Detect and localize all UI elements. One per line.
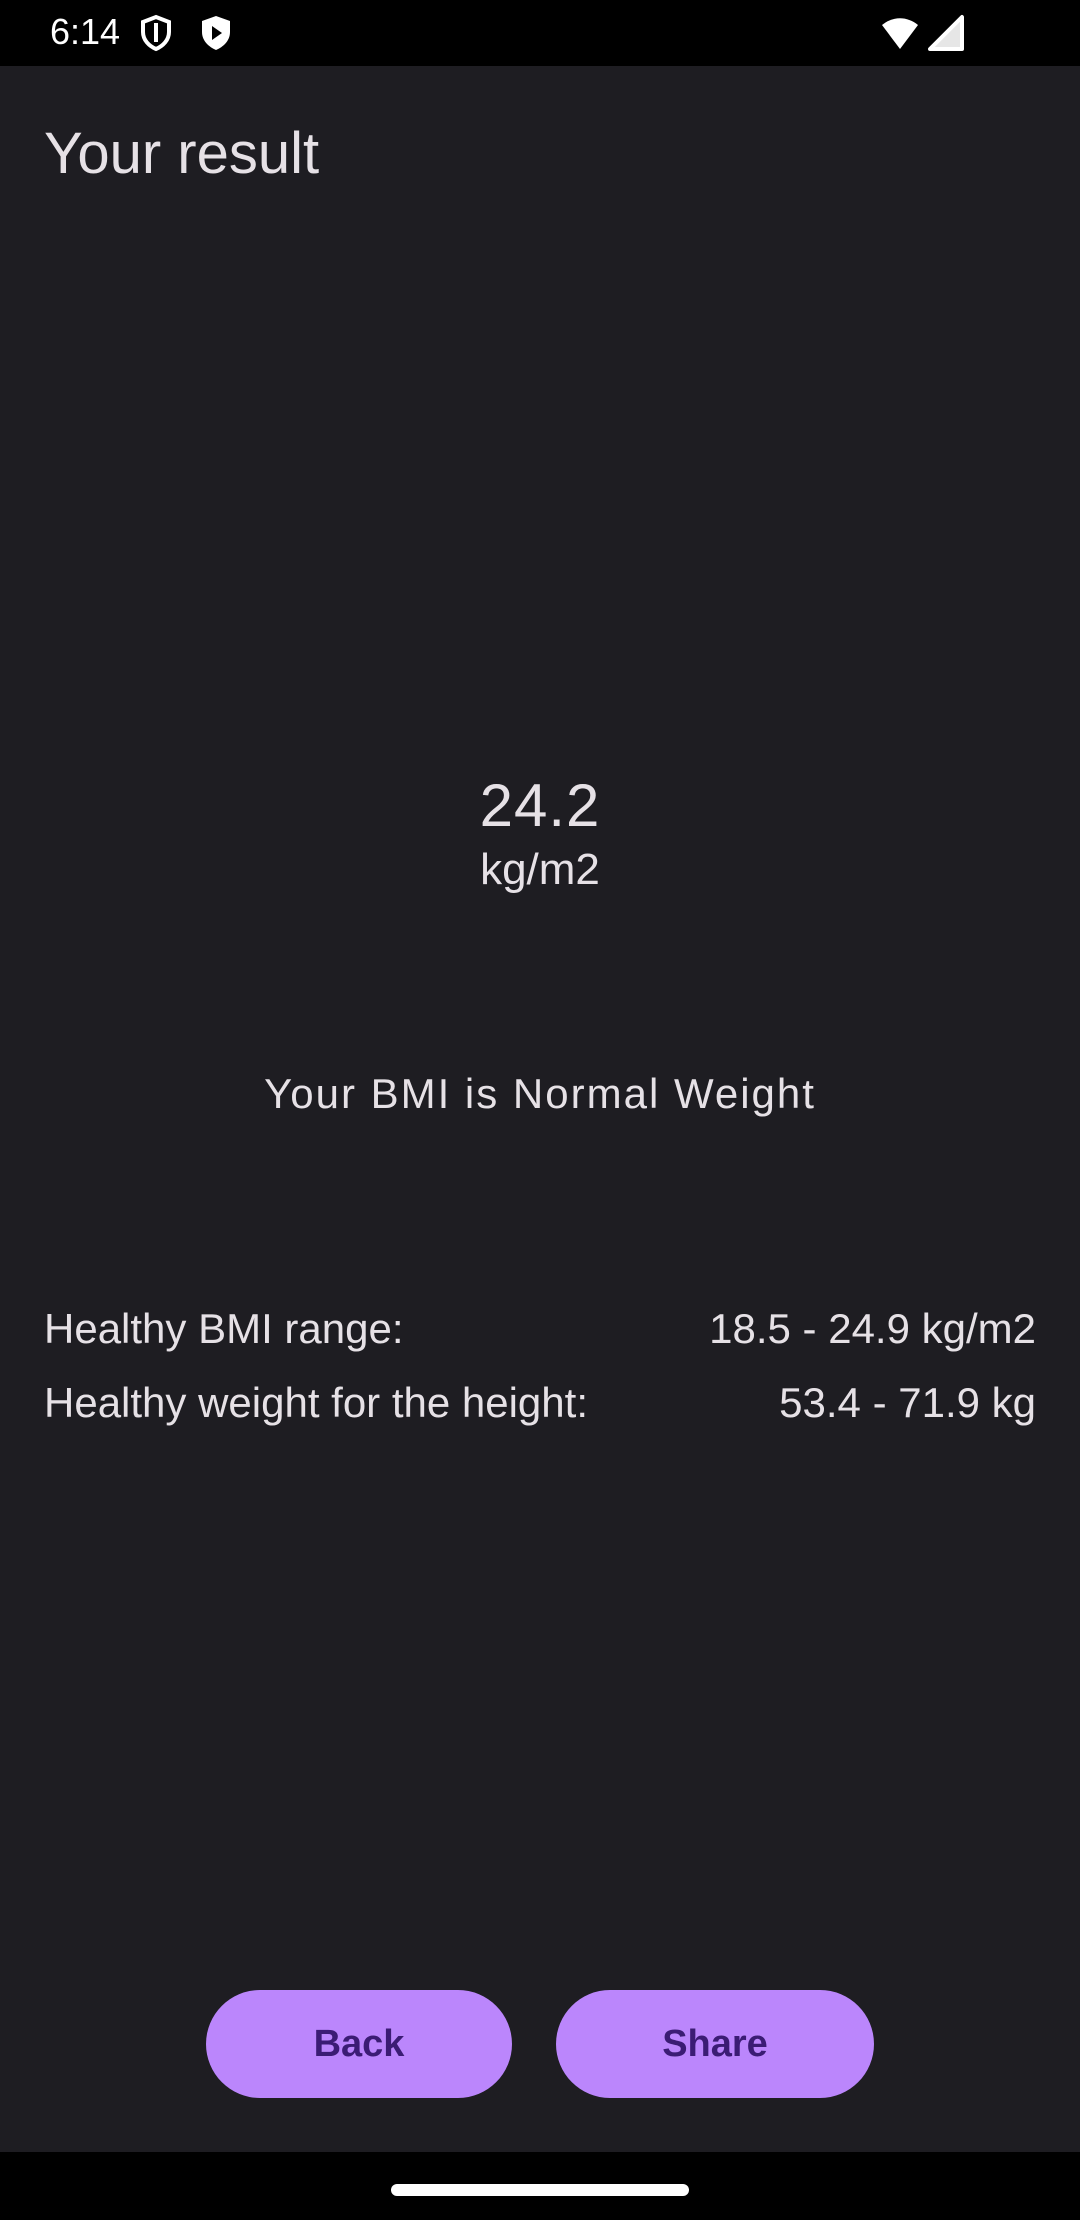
healthy-bmi-range-label: Healthy BMI range: (44, 1305, 404, 1352)
healthy-weight-value: 53.4 - 71.9 kg (779, 1379, 1036, 1426)
bmi-value: 24.2 (479, 772, 601, 839)
healthy-weight-row: Healthy weight for the height: 53.4 - 71… (44, 1373, 1036, 1433)
play-shield-icon (196, 13, 236, 53)
healthy-bmi-range-row: Healthy BMI range: 18.5 - 24.9 kg/m2 (44, 1299, 1036, 1359)
status-time: 6:14 (50, 11, 121, 52)
shield-icon (136, 13, 176, 53)
page-title: Your result (44, 121, 320, 186)
cellular-signal-icon (926, 13, 966, 53)
healthy-bmi-range-value: 18.5 - 24.9 kg/m2 (709, 1305, 1036, 1352)
share-button[interactable]: Share (556, 1990, 874, 2098)
back-button[interactable]: Back (206, 1990, 512, 2098)
result-screen: Your result 24.2 kg/m2 Your BMI is Norma… (0, 66, 1080, 2152)
status-bar: 6:14 (0, 0, 1080, 66)
navigation-bar (0, 2152, 1080, 2220)
home-gesture-handle[interactable] (391, 2184, 689, 2196)
wifi-icon (880, 13, 920, 53)
bmi-unit: kg/m2 (480, 845, 600, 894)
healthy-weight-label: Healthy weight for the height: (44, 1379, 588, 1426)
bmi-category-text: Your BMI is Normal Weight (264, 1070, 816, 1117)
